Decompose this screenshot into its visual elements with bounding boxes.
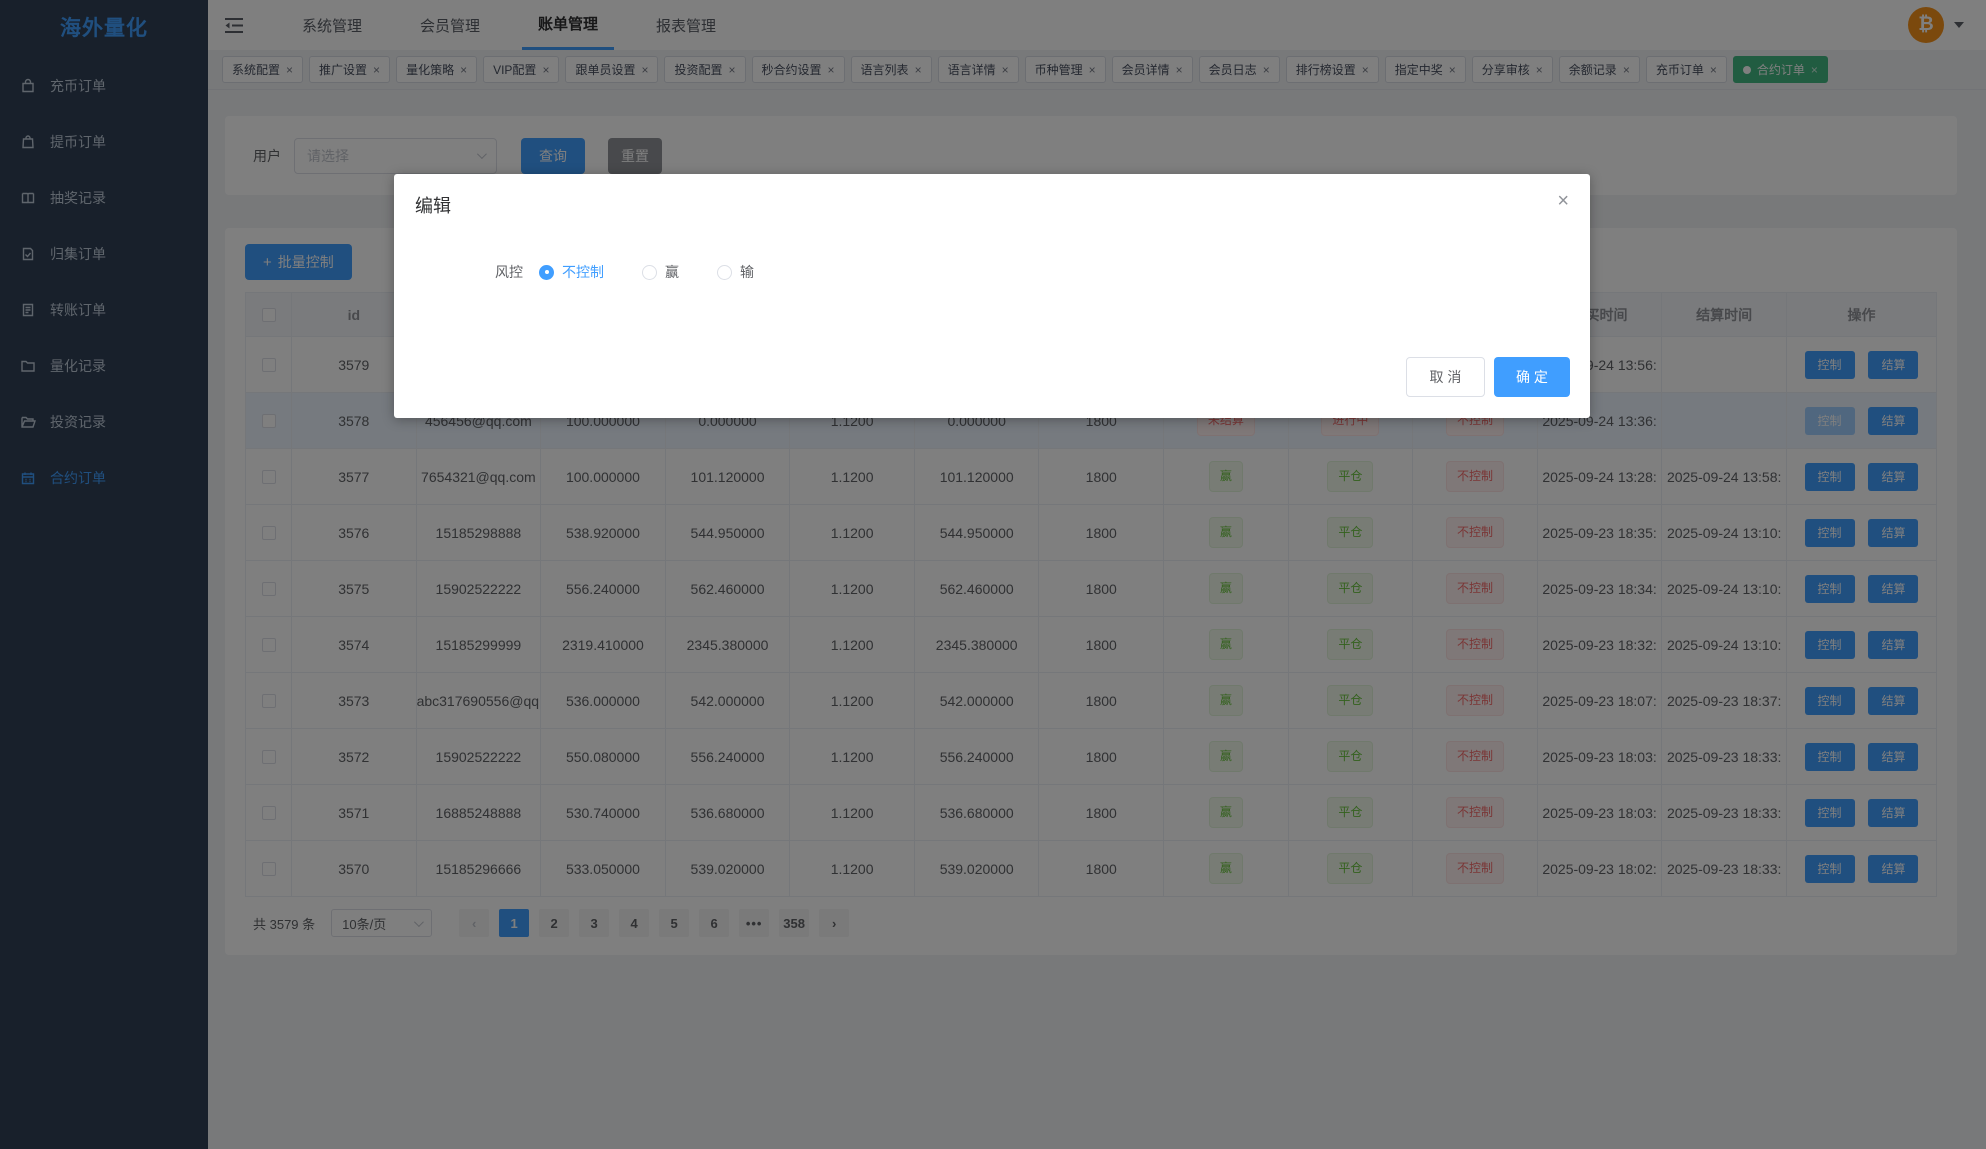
radio-label: 输 — [740, 262, 754, 282]
modal-overlay — [0, 0, 1986, 1149]
radio-icon — [642, 265, 657, 280]
dialog-footer: 取 消 确 定 — [1406, 357, 1570, 397]
confirm-button[interactable]: 确 定 — [1494, 357, 1570, 397]
radio-win[interactable]: 赢 — [642, 262, 679, 282]
radio-no-control[interactable]: 不控制 — [539, 262, 604, 282]
risk-control-label: 风控 — [495, 262, 523, 282]
risk-radio-group: 不控制 赢 输 — [539, 262, 792, 282]
dialog-title: 编辑 — [415, 192, 451, 218]
radio-label: 不控制 — [562, 262, 604, 282]
radio-label: 赢 — [665, 262, 679, 282]
radio-icon — [717, 265, 732, 280]
close-icon[interactable]: × — [1557, 190, 1569, 213]
edit-dialog: 编辑 × 风控 不控制 赢 输 取 消 确 定 — [394, 174, 1590, 418]
radio-lose[interactable]: 输 — [717, 262, 754, 282]
cancel-button[interactable]: 取 消 — [1406, 357, 1485, 397]
dialog-form: 风控 不控制 赢 输 — [495, 262, 792, 282]
radio-icon — [539, 265, 554, 280]
